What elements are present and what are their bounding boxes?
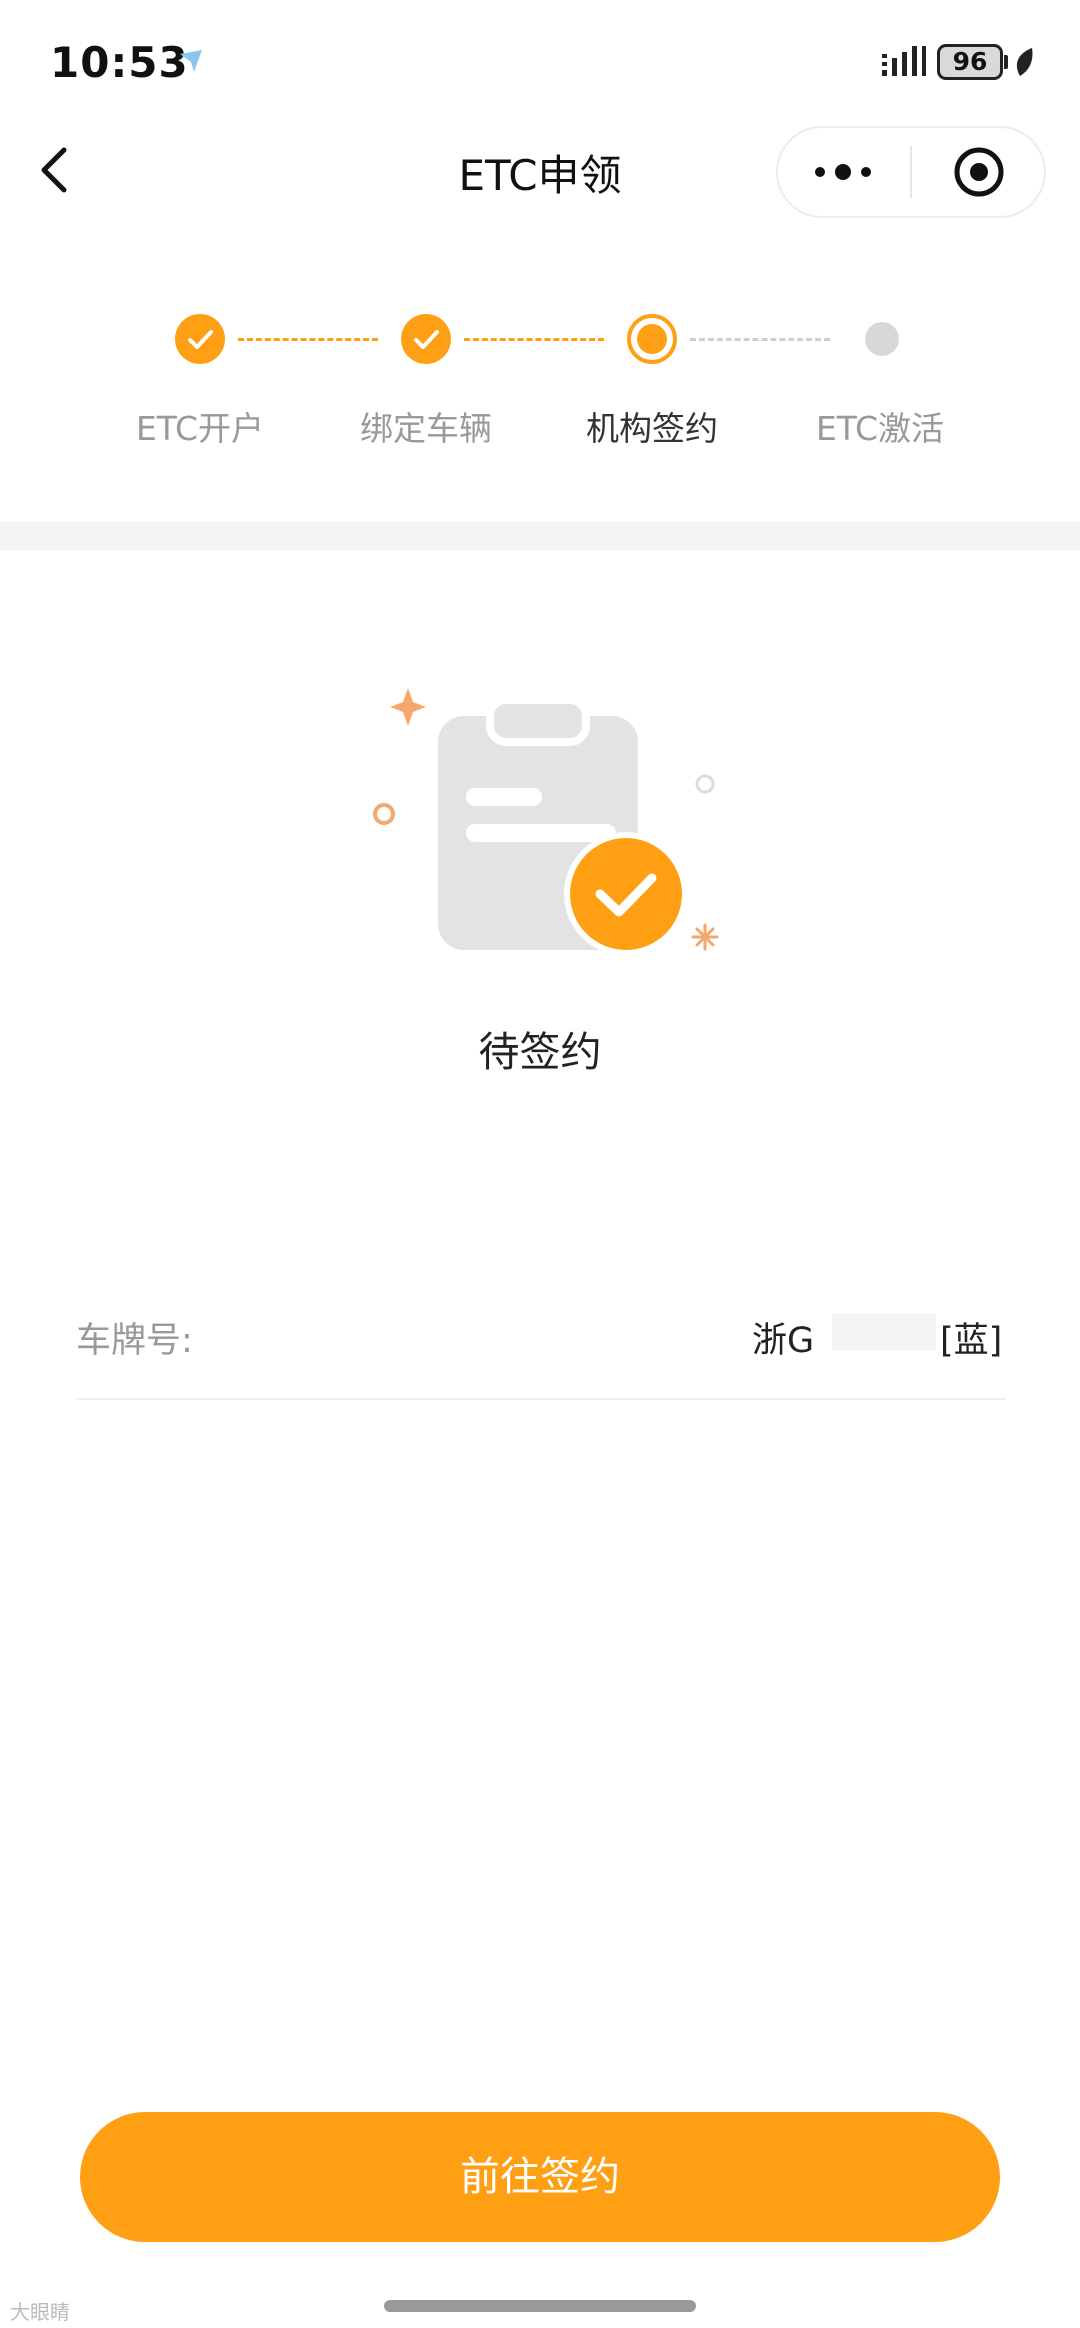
step-connector-1 (238, 338, 378, 341)
step-connector-3 (690, 338, 830, 341)
status-title: 待签约 (478, 1028, 602, 1076)
step-4-pending-icon (865, 322, 899, 356)
step-label-2: 绑定车辆 (360, 409, 492, 448)
plate-label: 车牌号: (76, 1321, 193, 1361)
pending-sign-clipboard-icon (373, 688, 719, 956)
plate-number-redacted (832, 1314, 936, 1350)
step-1-check-icon (175, 314, 225, 364)
status-time: 10:53 (50, 38, 189, 87)
plate-prefix: 浙G (752, 1321, 815, 1361)
target-close-icon (954, 147, 1004, 197)
signal-icon (882, 46, 926, 76)
step-2-check-icon (401, 314, 451, 364)
step-connector-2 (464, 338, 604, 341)
section-separator (0, 522, 1080, 550)
step-label-4: ETC激活 (815, 409, 945, 448)
plate-color: [蓝] (940, 1321, 1003, 1361)
battery-icon: 96 (937, 44, 1003, 80)
watermark: 大眼睛 (10, 2300, 70, 2324)
more-button[interactable] (776, 126, 910, 218)
location-arrow-icon (180, 50, 202, 72)
divider (76, 1398, 1006, 1400)
close-miniprogram-button[interactable] (912, 126, 1046, 218)
step-3-current-icon (627, 314, 677, 364)
go-sign-button[interactable]: 前往签约 (80, 2112, 1000, 2242)
step-label-1: ETC开户 (135, 409, 265, 448)
home-indicator[interactable] (384, 2300, 696, 2312)
step-label-3: 机构签约 (586, 409, 718, 448)
battery-tip (1004, 55, 1008, 69)
leaf-icon (1016, 48, 1033, 76)
more-dots-icon (815, 164, 871, 180)
